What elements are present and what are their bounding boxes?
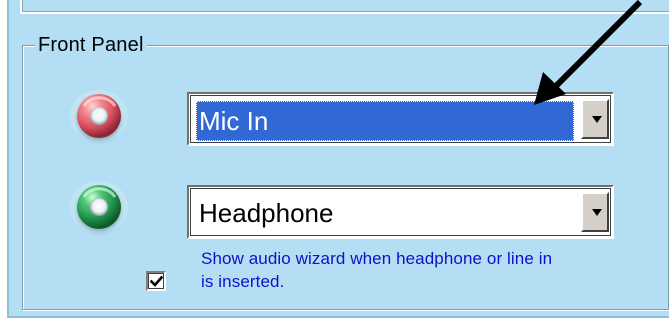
pink-audio-jack-icon: [70, 90, 128, 142]
headphone-output-dropdown[interactable]: Headphone: [187, 185, 614, 239]
mic-input-dropdown[interactable]: Mic In: [187, 92, 614, 146]
headphone-dropdown-button[interactable]: [581, 192, 609, 232]
mic-dropdown-button[interactable]: [581, 99, 609, 139]
show-audio-wizard-label-line-2: is inserted.: [201, 272, 285, 291]
show-audio-wizard-label-line-1: Show audio wizard when headphone or line…: [201, 249, 553, 268]
show-audio-wizard-label: Show audio wizard when headphone or line…: [201, 247, 651, 293]
headphone-output-selected-value[interactable]: Headphone: [199, 194, 574, 234]
chevron-down-icon: [592, 209, 602, 216]
mic-input-selected-value[interactable]: Mic In: [196, 101, 574, 141]
front-panel-title: Front Panel: [35, 33, 147, 57]
show-audio-wizard-checkbox[interactable]: [146, 271, 166, 291]
front-panel-settings-screen: Front Panel Mic In Headphone Show audio …: [0, 0, 669, 324]
upper-panel-edge: [20, 0, 669, 14]
green-audio-jack-icon: [70, 181, 128, 233]
check-icon: [150, 275, 163, 287]
chevron-down-icon: [592, 116, 602, 123]
